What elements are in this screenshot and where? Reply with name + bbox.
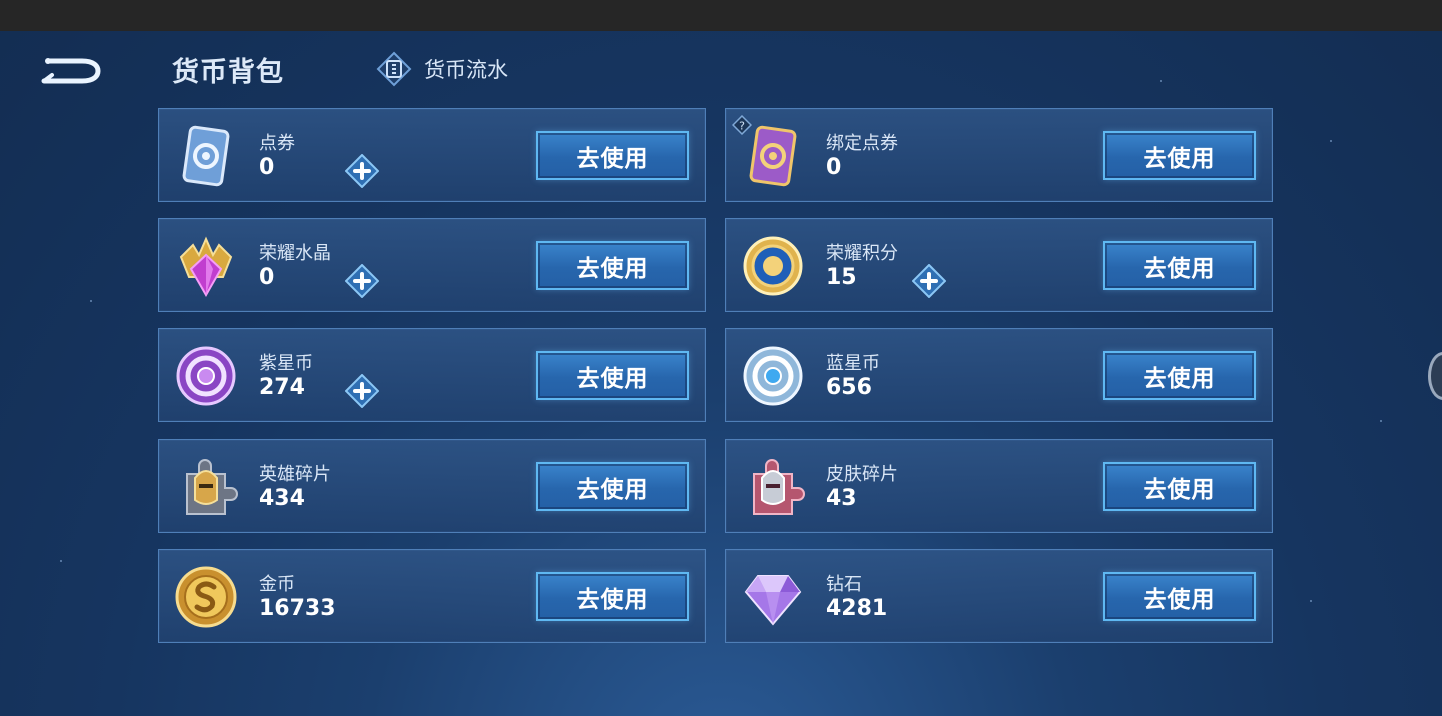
add-purple-star-coin-button[interactable] <box>345 374 379 408</box>
currency-name: 荣耀水晶 <box>259 243 331 264</box>
use-glory-crystal-button[interactable]: 去使用 <box>536 241 689 290</box>
currency-card-bound-voucher: ? 绑定点券 0 去使用 <box>725 108 1273 202</box>
currency-value: 0 <box>259 155 275 180</box>
gold-coin-icon <box>175 566 237 628</box>
use-gold-coin-button[interactable]: 去使用 <box>536 572 689 621</box>
currency-value: 274 <box>259 375 305 400</box>
blue-star-coin-icon <box>743 346 803 406</box>
diamond-icon <box>744 575 802 626</box>
currency-name: 金币 <box>259 574 295 595</box>
back-button[interactable] <box>38 54 104 86</box>
voucher-icon <box>182 125 230 187</box>
sparkle <box>90 300 92 302</box>
currency-value: 43 <box>826 486 857 511</box>
currency-card-gold-coin: 金币 16733 去使用 <box>158 549 706 643</box>
currency-name: 英雄碎片 <box>259 464 331 485</box>
currency-card-blue-star-coin: 蓝星币 656 去使用 <box>725 328 1273 422</box>
currency-card-purple-star-coin: 紫星币 274 去使用 <box>158 328 706 422</box>
sparkle <box>1330 140 1332 142</box>
currency-value: 16733 <box>259 596 336 621</box>
bound-voucher-icon <box>749 125 797 187</box>
sparkle <box>60 560 62 562</box>
currency-card-skin-fragment: 皮肤碎片 43 去使用 <box>725 439 1273 533</box>
currency-name: 点券 <box>259 133 295 154</box>
use-diamond-button[interactable]: 去使用 <box>1103 572 1256 621</box>
side-drawer-handle[interactable] <box>1428 352 1442 400</box>
use-glory-points-button[interactable]: 去使用 <box>1103 241 1256 290</box>
currency-value: 0 <box>259 265 275 290</box>
currency-value: 4281 <box>826 596 888 621</box>
top-bar <box>0 0 1442 31</box>
add-glory-points-button[interactable] <box>912 264 946 298</box>
currency-flow-label: 货币流水 <box>424 58 508 82</box>
back-arrow-icon <box>41 58 101 84</box>
purple-star-coin-icon <box>176 346 236 406</box>
use-voucher-button[interactable]: 去使用 <box>536 131 689 180</box>
page-title: 货币背包 <box>172 57 284 88</box>
sparkle <box>1380 420 1382 422</box>
currency-name: 荣耀积分 <box>826 243 898 264</box>
glory-crystal-icon <box>179 236 233 298</box>
currency-name: 紫星币 <box>259 353 313 374</box>
add-glory-crystal-button[interactable] <box>345 264 379 298</box>
currency-card-glory-crystal: 荣耀水晶 0 去使用 <box>158 218 706 312</box>
currency-name: 绑定点券 <box>826 133 898 154</box>
currency-card-hero-fragment: 英雄碎片 434 去使用 <box>158 439 706 533</box>
use-purple-star-coin-button[interactable]: 去使用 <box>536 351 689 400</box>
currency-value: 434 <box>259 486 305 511</box>
skin-fragment-icon <box>753 459 805 515</box>
glory-points-icon <box>743 236 803 296</box>
sparkle <box>1160 80 1162 82</box>
use-blue-star-coin-button[interactable]: 去使用 <box>1103 351 1256 400</box>
add-voucher-button[interactable] <box>345 154 379 188</box>
currency-card-voucher: 点券 0 去使用 <box>158 108 706 202</box>
use-bound-voucher-button[interactable]: 去使用 <box>1103 131 1256 180</box>
currency-value: 15 <box>826 265 857 290</box>
currency-card-glory-points: 荣耀积分 15 去使用 <box>725 218 1273 312</box>
currency-card-diamond: 钻石 4281 去使用 <box>725 549 1273 643</box>
currency-name: 钻石 <box>826 574 862 595</box>
currency-name: 皮肤碎片 <box>826 464 898 485</box>
currency-value: 0 <box>826 155 842 180</box>
sparkle <box>1310 600 1312 602</box>
currency-value: 656 <box>826 375 872 400</box>
ledger-icon <box>376 51 412 87</box>
currency-flow-tab[interactable]: 货币流水 <box>376 51 508 87</box>
use-hero-fragment-button[interactable]: 去使用 <box>536 462 689 511</box>
currency-name: 蓝星币 <box>826 353 880 374</box>
hero-fragment-icon <box>186 459 238 515</box>
use-skin-fragment-button[interactable]: 去使用 <box>1103 462 1256 511</box>
